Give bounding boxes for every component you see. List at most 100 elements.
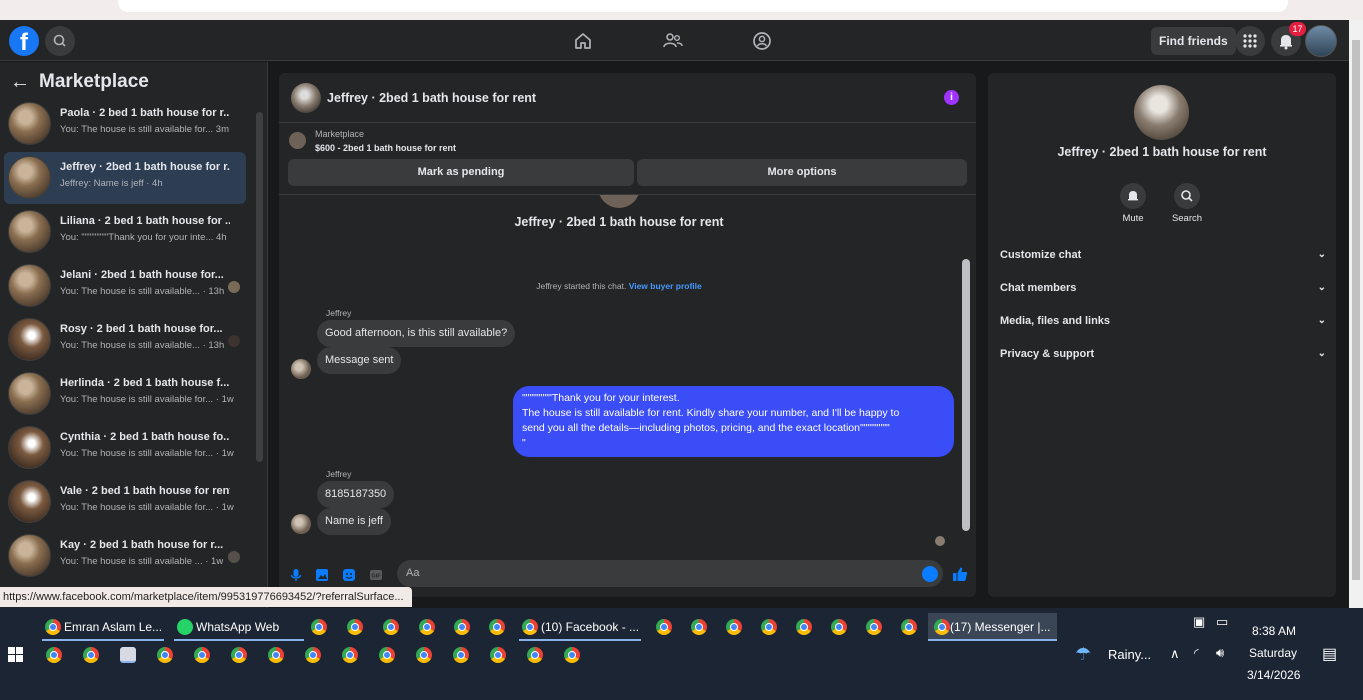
- taskbar-window-whatsapp[interactable]: WhatsApp Web: [174, 613, 304, 641]
- chrome-icon[interactable]: [347, 619, 363, 635]
- volume-icon[interactable]: 🔊︎: [1216, 645, 1224, 661]
- page-scrollbar[interactable]: [1349, 20, 1363, 608]
- chrome-icon[interactable]: [453, 647, 469, 663]
- chrome-icon[interactable]: [831, 619, 847, 635]
- chrome-icon[interactable]: [726, 619, 742, 635]
- like-thumb-icon[interactable]: [951, 565, 969, 583]
- conversation-item[interactable]: Herlinda · 2 bed 1 bath house f... You: …: [4, 368, 246, 420]
- chrome-icon[interactable]: [305, 647, 321, 663]
- back-arrow-icon[interactable]: ←: [10, 71, 30, 94]
- chrome-icon[interactable]: [489, 619, 505, 635]
- windows-start-icon[interactable]: [8, 647, 23, 662]
- chat-scrollbar-thumb[interactable]: [962, 259, 970, 531]
- chrome-icon[interactable]: [194, 647, 210, 663]
- chrome-icon[interactable]: [83, 647, 99, 663]
- more-options-button[interactable]: More options: [637, 159, 967, 186]
- taskbar-window-chrome[interactable]: Emran Aslam Le...: [42, 613, 164, 641]
- chat-info-avatar[interactable]: [1134, 85, 1189, 140]
- address-bar[interactable]: [118, 0, 1288, 12]
- conversation-item[interactable]: Vale · 2 bed 1 bath house for rent You: …: [4, 476, 246, 528]
- chat-title[interactable]: Jeffrey · 2bed 1 bath house for rent: [327, 91, 536, 105]
- mark-as-pending-button[interactable]: Mark as pending: [288, 159, 634, 186]
- conversation-item[interactable]: Rosy · 2 bed 1 bath house for... You: Th…: [4, 314, 246, 366]
- message-input[interactable]: Aa: [397, 560, 943, 587]
- incoming-message[interactable]: Good afternoon, is this still available?: [317, 320, 516, 347]
- sender-avatar[interactable]: [291, 359, 311, 379]
- search-in-chat-button[interactable]: [1174, 183, 1200, 209]
- gif-icon[interactable]: GIF: [368, 567, 384, 583]
- info-icon[interactable]: i: [944, 90, 959, 105]
- conversation-list-scrollbar[interactable]: [256, 112, 263, 462]
- page-scrollbar-thumb[interactable]: [1352, 40, 1360, 580]
- friends-icon[interactable]: [662, 30, 684, 52]
- facebook-logo[interactable]: f: [9, 26, 39, 56]
- find-friends-button[interactable]: Find friends: [1151, 27, 1236, 55]
- conversation-title: Paola · 2 bed 1 bath house for r...: [60, 107, 230, 119]
- image-icon[interactable]: [314, 567, 330, 583]
- chrome-icon[interactable]: [527, 647, 543, 663]
- chrome-icon[interactable]: [866, 619, 882, 635]
- chrome-icon[interactable]: [379, 647, 395, 663]
- notification-center-icon[interactable]: ▤: [1322, 644, 1337, 664]
- listing-price[interactable]: $600 - 2bed 1 bath house for rent: [315, 143, 456, 153]
- meet-now-icon[interactable]: ▣: [1193, 614, 1205, 630]
- chrome-icon[interactable]: [231, 647, 247, 663]
- microphone-icon[interactable]: [288, 567, 304, 583]
- chrome-icon[interactable]: [564, 647, 580, 663]
- chrome-icon[interactable]: [901, 619, 917, 635]
- menu-button[interactable]: [1235, 26, 1265, 56]
- chat-members-row[interactable]: Chat members ⌄: [1000, 282, 1326, 294]
- chrome-icon[interactable]: [311, 619, 327, 635]
- chrome-icon[interactable]: [691, 619, 707, 635]
- emoji-icon[interactable]: [922, 566, 938, 582]
- chevron-up-icon[interactable]: ∧: [1170, 646, 1180, 662]
- sender-avatar[interactable]: [291, 514, 311, 534]
- wifi-icon[interactable]: ◜: [1194, 646, 1199, 660]
- media-files-links-row[interactable]: Media, files and links ⌄: [1000, 315, 1326, 327]
- chrome-icon[interactable]: [656, 619, 672, 635]
- taskbar-window-messenger[interactable]: (17) Messenger |...: [928, 613, 1057, 641]
- conversation-item[interactable]: Jelani · 2bed 1 bath house for... You: T…: [4, 260, 246, 312]
- chat-info-name: Jeffrey · 2bed 1 bath house for rent: [1057, 145, 1267, 159]
- chrome-icon[interactable]: [490, 647, 506, 663]
- chat-avatar[interactable]: [291, 83, 321, 113]
- outgoing-message[interactable]: """"""""Thank you for your interest. The…: [513, 386, 954, 457]
- groups-icon[interactable]: [751, 30, 773, 52]
- chrome-icon[interactable]: [157, 647, 173, 663]
- chrome-icon[interactable]: [416, 647, 432, 663]
- seen-avatar: [228, 335, 240, 347]
- clock-date[interactable]: 3/14/2026: [1247, 668, 1300, 682]
- profile-avatar[interactable]: [1305, 25, 1337, 57]
- chrome-icon[interactable]: [796, 619, 812, 635]
- customize-chat-row[interactable]: Customize chat ⌄: [1000, 249, 1326, 261]
- chrome-icon[interactable]: [454, 619, 470, 635]
- conversation-item[interactable]: Paola · 2 bed 1 bath house for r... You:…: [4, 98, 246, 150]
- chrome-icon[interactable]: [761, 619, 777, 635]
- incoming-message[interactable]: Message sent: [317, 347, 402, 374]
- taskbar-window-facebook[interactable]: (10) Facebook - ...: [519, 613, 641, 641]
- incoming-message[interactable]: Name is jeff: [317, 508, 391, 535]
- chrome-icon[interactable]: [383, 619, 399, 635]
- battery-icon[interactable]: ▭: [1216, 614, 1228, 630]
- home-icon[interactable]: [572, 30, 594, 52]
- search-button[interactable]: [45, 26, 75, 56]
- weather-text[interactable]: Rainy...: [1108, 647, 1151, 662]
- clock-time[interactable]: 8:38 AM: [1252, 624, 1296, 638]
- chrome-icon[interactable]: [342, 647, 358, 663]
- conversation-item[interactable]: Liliana · 2 bed 1 bath house for ... You…: [4, 206, 246, 258]
- clock-day[interactable]: Saturday: [1249, 646, 1297, 660]
- view-buyer-profile-link[interactable]: View buyer profile: [629, 281, 702, 291]
- chrome-icon[interactable]: [268, 647, 284, 663]
- chrome-icon[interactable]: [46, 647, 62, 663]
- conversation-item-active[interactable]: Jeffrey · 2bed 1 bath house for r... Jef…: [4, 152, 246, 204]
- conversation-item[interactable]: Cynthia · 2 bed 1 bath house fo... You: …: [4, 422, 246, 474]
- sticker-icon[interactable]: [341, 567, 357, 583]
- chrome-icon[interactable]: [419, 619, 435, 635]
- mute-button[interactable]: [1120, 183, 1146, 209]
- conversation-item[interactable]: Kay · 2 bed 1 bath house for r... You: T…: [4, 530, 246, 582]
- privacy-support-row[interactable]: Privacy & support ⌄: [1000, 348, 1326, 360]
- chat-scrollbar[interactable]: [961, 203, 970, 548]
- incoming-message[interactable]: 8185187350: [317, 481, 395, 508]
- paint-app-icon[interactable]: [120, 647, 136, 663]
- umbrella-weather-icon[interactable]: ☂: [1075, 644, 1091, 665]
